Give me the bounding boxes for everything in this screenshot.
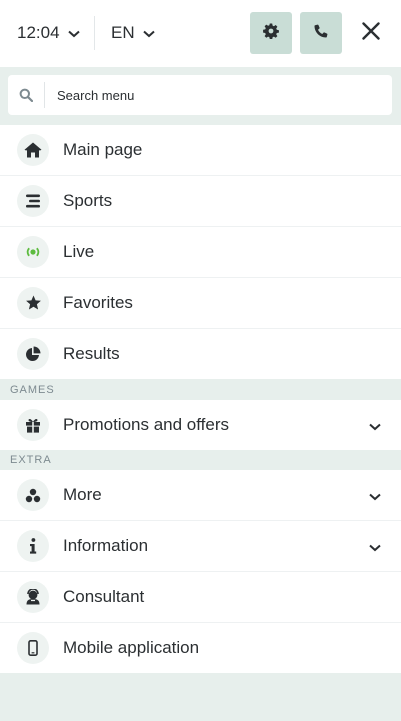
live-broadcast-icon: [17, 236, 49, 268]
consultant-icon: [17, 581, 49, 613]
phone-button[interactable]: [300, 12, 342, 54]
list-icon: [17, 185, 49, 217]
gear-icon: [263, 23, 279, 44]
close-icon: [362, 21, 380, 45]
menu-item-label: Information: [63, 536, 149, 555]
chevron-down-icon: [369, 539, 381, 557]
section-header-games: GAMES: [0, 380, 401, 400]
menu-item-label: Sports: [63, 191, 113, 210]
star-icon: [17, 287, 49, 319]
menu-item-mobile-app[interactable]: Mobile application: [0, 623, 401, 673]
chevron-down-icon: [369, 418, 381, 436]
mobile-icon: [17, 632, 49, 664]
menu-item-live[interactable]: Live: [0, 227, 401, 278]
menu-item-label: Mobile application: [63, 638, 200, 657]
main-menu: Main page Sports Live Favorites Results: [0, 125, 401, 379]
phone-icon: [314, 24, 328, 43]
search-icon: [8, 88, 44, 102]
menu-item-more[interactable]: More: [0, 470, 401, 521]
chevron-down-icon: [142, 23, 155, 43]
menu-item-label: Consultant: [63, 587, 145, 606]
menu-item-label: Promotions and offers: [63, 415, 229, 434]
close-button[interactable]: [354, 16, 388, 50]
gift-icon: [17, 409, 49, 441]
divider: [94, 16, 95, 50]
menu-item-favorites[interactable]: Favorites: [0, 278, 401, 329]
menu-item-information[interactable]: Information: [0, 521, 401, 572]
menu-item-promotions[interactable]: Promotions and offers: [0, 400, 401, 450]
time-selector[interactable]: 12:04: [8, 16, 89, 50]
language-selector[interactable]: EN: [103, 16, 163, 50]
pie-chart-icon: [17, 338, 49, 370]
games-menu: Promotions and offers: [0, 400, 401, 450]
menu-item-sports[interactable]: Sports: [0, 176, 401, 227]
menu-item-label: Live: [63, 242, 95, 261]
menu-item-label: Favorites: [63, 293, 133, 312]
extra-menu: More Information Consultant Mobile appli…: [0, 470, 401, 673]
menu-item-label: Main page: [63, 140, 143, 159]
section-header-extra: EXTRA: [0, 450, 401, 470]
settings-button[interactable]: [250, 12, 292, 54]
search-area: [0, 67, 401, 125]
menu-item-consultant[interactable]: Consultant: [0, 572, 401, 623]
menu-item-label: Results: [63, 344, 120, 363]
chevron-down-icon: [67, 23, 80, 43]
menu-item-results[interactable]: Results: [0, 329, 401, 379]
search-input[interactable]: [45, 87, 357, 103]
menu-item-main-page[interactable]: Main page: [0, 125, 401, 176]
menu-item-label: More: [63, 485, 102, 504]
home-icon: [17, 134, 49, 166]
language-label: EN: [111, 23, 135, 42]
info-icon: [17, 530, 49, 562]
dots-cluster-icon: [17, 479, 49, 511]
search-box[interactable]: [8, 75, 392, 115]
chevron-down-icon: [369, 488, 381, 506]
top-bar: 12:04 EN: [0, 0, 401, 67]
time-display: 12:04: [17, 23, 60, 42]
